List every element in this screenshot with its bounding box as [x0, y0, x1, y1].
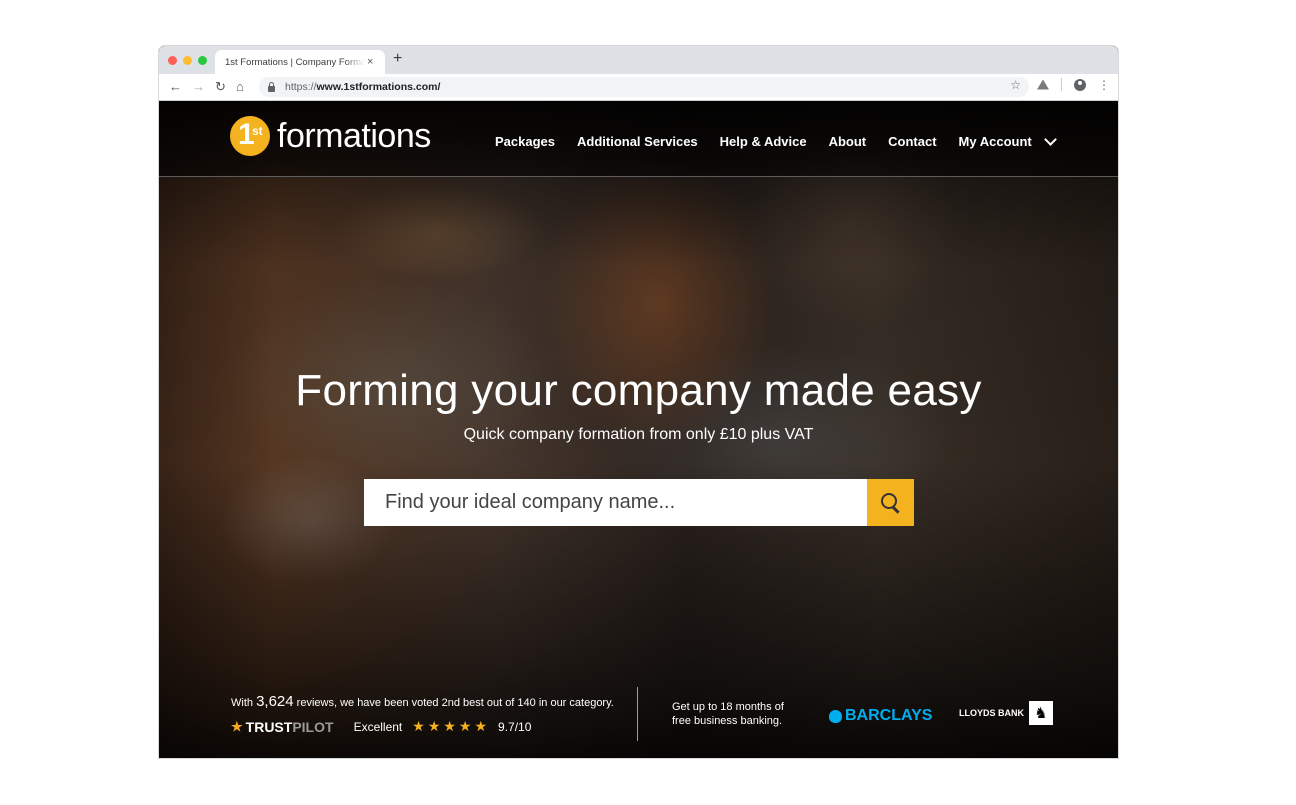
trustpilot-rating: ★ TRUST PILOT Excellent ★★★★★ 9.7/10 — [231, 718, 614, 735]
lloyds-text: LLOYDS BANK — [959, 708, 1024, 718]
banking-offer-line2: free business banking. — [672, 715, 783, 727]
maximize-window-button[interactable] — [198, 56, 207, 65]
barclays-eagle-icon — [829, 709, 842, 723]
close-tab-icon[interactable]: × — [367, 56, 373, 68]
window-controls — [168, 56, 207, 65]
company-search — [364, 479, 914, 526]
url-host: www.1stformations.com/ — [316, 81, 441, 93]
banking-offer-line1: Get up to 18 months of — [672, 701, 784, 713]
account-icon[interactable] — [1074, 78, 1086, 91]
hero-headline: Forming your company made easy — [295, 366, 982, 415]
rating-score: 9.7/10 — [498, 719, 532, 734]
lloyds-logo[interactable]: LLOYDS BANK ♞ — [959, 701, 1053, 725]
search-button[interactable] — [867, 479, 914, 526]
review-summary: With 3,624 reviews, we have been voted 2… — [231, 693, 614, 710]
footer-divider — [637, 687, 638, 741]
lloyds-horse-icon: ♞ — [1029, 701, 1053, 725]
browser-toolbar: ← → ↻ ⌂ https://www.1stformations.com/ ☆… — [159, 74, 1118, 101]
trustpilot-trust: TRUST — [245, 718, 293, 735]
review-suffix: reviews, we have been voted 2nd best out… — [296, 697, 614, 709]
rating-label: Excellent — [353, 719, 403, 734]
company-name-input[interactable] — [364, 479, 867, 526]
url-text: https://www.1stformations.com/ — [285, 81, 440, 93]
hero-section: Forming your company made easy Quick com… — [159, 101, 1118, 758]
tab-title: 1st Formations | Company Formations — [225, 56, 365, 68]
browser-menu-icon[interactable]: ⋮ — [1098, 79, 1110, 91]
barclays-logo[interactable]: BARCLAYS — [829, 707, 932, 725]
trustpilot-logo[interactable]: ★ TRUST PILOT — [231, 719, 334, 735]
address-bar[interactable]: https://www.1stformations.com/ ☆ — [259, 77, 1029, 97]
extension-icon[interactable] — [1037, 79, 1049, 90]
webpage: 1 st formations Packages Additional Serv… — [159, 101, 1118, 758]
new-tab-button[interactable]: + — [393, 50, 402, 68]
trustpilot-pilot: PILOT — [292, 718, 334, 735]
browser-window: 1st Formations | Company Formations × + … — [159, 46, 1118, 758]
browser-tab[interactable]: 1st Formations | Company Formations × — [215, 50, 385, 74]
tab-strip: 1st Formations | Company Formations × + — [159, 46, 1118, 74]
reload-button[interactable]: ↻ — [215, 78, 226, 96]
lock-icon — [268, 82, 275, 92]
review-prefix: With — [231, 697, 253, 709]
review-count: 3,624 — [256, 693, 294, 710]
toolbar-right: ⋮ — [1037, 78, 1110, 91]
barclays-text: BARCLAYS — [845, 707, 933, 724]
forward-button[interactable]: → — [192, 78, 205, 96]
minimize-window-button[interactable] — [183, 56, 192, 65]
search-icon — [880, 492, 897, 509]
trustpilot-star-icon: ★ — [231, 718, 243, 734]
trustpilot-block: With 3,624 reviews, we have been voted 2… — [231, 693, 614, 735]
bookmark-star-icon[interactable]: ☆ — [1010, 78, 1021, 92]
banking-offer: Get up to 18 months of free business ban… — [672, 700, 784, 728]
url-scheme: https:// — [285, 81, 317, 93]
home-button[interactable]: ⌂ — [236, 78, 244, 96]
hero-subline: Quick company formation from only £10 pl… — [463, 426, 814, 443]
toolbar-separator — [1061, 78, 1062, 91]
rating-stars-icon: ★★★★★ — [412, 718, 491, 734]
back-button[interactable]: ← — [169, 78, 182, 96]
close-window-button[interactable] — [168, 56, 177, 65]
